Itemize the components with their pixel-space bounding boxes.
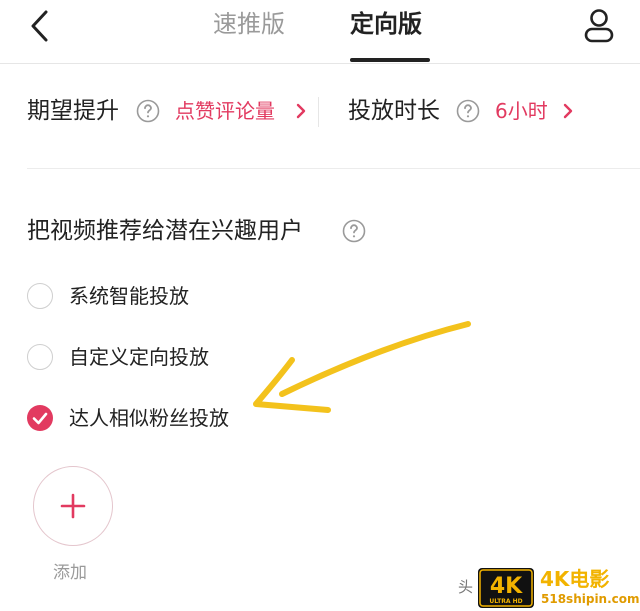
back-button[interactable] xyxy=(22,6,62,46)
tab-targeted[interactable]: 定向版 xyxy=(350,6,422,42)
active-tab-indicator xyxy=(350,58,430,62)
plus-icon xyxy=(60,493,86,519)
radio-unchecked-icon[interactable] xyxy=(27,283,53,309)
user-icon xyxy=(584,9,614,43)
chevron-left-icon xyxy=(31,10,48,42)
expected-boost-label: 期望提升 xyxy=(27,98,119,124)
recommend-title: 把视频推荐给潜在兴趣用户 xyxy=(27,218,303,244)
tab-quick-boost[interactable]: 速推版 xyxy=(213,6,285,42)
option-label: 系统智能投放 xyxy=(69,284,189,308)
duration-label: 投放时长 xyxy=(348,98,440,124)
question-icon[interactable] xyxy=(136,99,160,123)
settings-divider xyxy=(318,97,319,127)
watermark-url: 518shipin.com xyxy=(541,592,640,606)
section-divider xyxy=(27,168,640,169)
annotation-arrow-icon xyxy=(253,321,471,413)
watermark-logo-big: 4K xyxy=(490,574,523,599)
option-label: 达人相似粉丝投放 xyxy=(69,406,229,430)
question-icon[interactable] xyxy=(456,99,480,123)
radio-checked-icon[interactable] xyxy=(27,405,53,431)
add-label: 添加 xyxy=(53,563,87,583)
watermark-brand: 4K电影 xyxy=(540,567,610,591)
user-button[interactable] xyxy=(580,6,618,44)
option-label: 自定义定向投放 xyxy=(69,345,209,369)
header-divider xyxy=(0,63,640,64)
watermark-logo: 4K ULTRA HD xyxy=(478,568,534,608)
watermark-logo-small: ULTRA HD xyxy=(489,598,522,605)
chevron-right-icon[interactable] xyxy=(562,103,574,119)
question-icon[interactable] xyxy=(342,219,366,243)
chevron-right-icon[interactable] xyxy=(295,103,307,119)
duration-value[interactable]: 6小时 xyxy=(495,96,548,126)
watermark-prefix: 头 xyxy=(458,578,474,596)
expected-boost-value[interactable]: 点赞评论量 xyxy=(175,96,275,126)
option-similar-influencer-fans[interactable]: 达人相似粉丝投放 xyxy=(27,401,229,435)
add-button[interactable] xyxy=(33,466,113,546)
option-system-smart[interactable]: 系统智能投放 xyxy=(27,279,189,313)
radio-unchecked-icon[interactable] xyxy=(27,344,53,370)
option-custom-targeting[interactable]: 自定义定向投放 xyxy=(27,340,209,374)
